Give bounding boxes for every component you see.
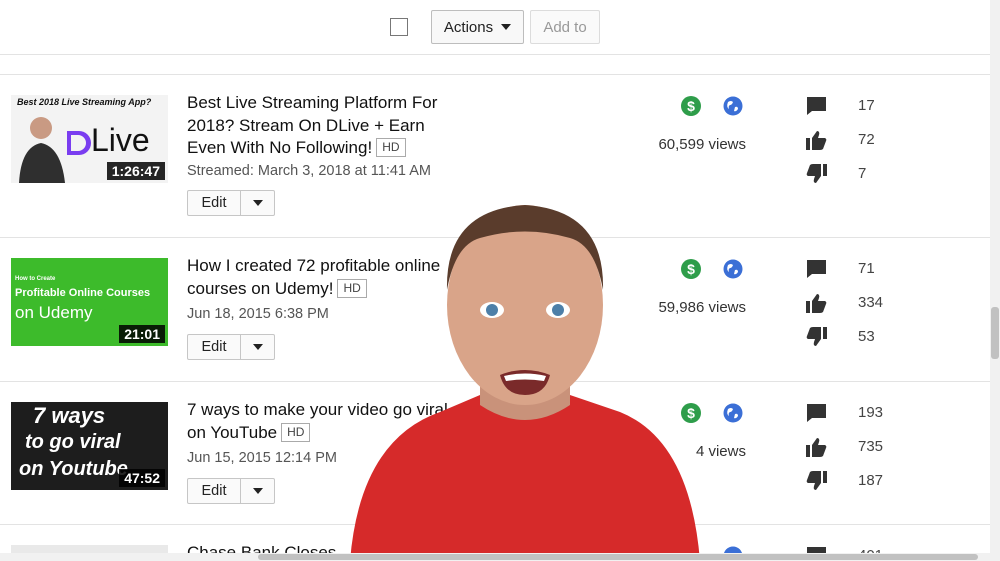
video-duration: 1:26:47	[106, 162, 165, 180]
globe-icon[interactable]	[723, 96, 743, 116]
video-duration: 21:01	[119, 325, 165, 343]
thumbnail-caption: Best 2018 Live Streaming App?	[17, 97, 152, 107]
globe-icon[interactable]	[723, 403, 743, 423]
video-title[interactable]: Best Live Streaming Platform For 2018? S…	[187, 92, 467, 160]
thumbs-up-icon	[806, 131, 827, 150]
video-date: Jun 15, 2015 12:14 PM	[187, 450, 337, 466]
caret-down-icon	[252, 344, 263, 350]
video-thumbnail[interactable]: 7 ways to go viral on Youtube 47:52	[11, 402, 168, 490]
edit-button-group: Edit	[187, 190, 275, 216]
thumbs-up-icon	[806, 438, 827, 457]
hd-badge: HD	[376, 138, 406, 157]
video-date: Streamed: March 3, 2018 at 11:41 AM	[187, 163, 431, 179]
vertical-scrollbar-thumb[interactable]	[991, 307, 999, 359]
thumbnail-caption: Profitable Online Courses	[15, 287, 151, 299]
monetization-icon[interactable]: $	[681, 96, 701, 116]
add-to-button[interactable]: Add to	[530, 10, 600, 44]
dislike-count: 7	[858, 165, 867, 182]
comment-count: 17	[858, 97, 875, 114]
thumbnail-subcaption: on Udemy	[15, 303, 93, 322]
horizontal-scrollbar-thumb[interactable]	[258, 554, 978, 560]
comment-count: 193	[858, 404, 884, 421]
actions-button[interactable]: Actions	[431, 10, 524, 44]
hd-badge: HD	[281, 422, 311, 442]
thumbnail-line: 7 ways	[33, 403, 106, 428]
thumbnail-line: on Youtube	[19, 458, 128, 480]
comment-count: 71	[858, 260, 875, 277]
like-count: 735	[858, 438, 884, 455]
edit-dropdown-button[interactable]	[241, 335, 274, 359]
vertical-scrollbar[interactable]	[990, 0, 1000, 561]
thumbs-down-icon	[806, 471, 827, 490]
video-duration: 47:52	[119, 469, 165, 487]
comment-icon	[807, 260, 826, 278]
comment-icon	[807, 404, 826, 422]
edit-button[interactable]: Edit	[188, 335, 241, 359]
dislike-count: 53	[858, 328, 875, 345]
thumbnail-caption-small: How to Create	[15, 276, 56, 282]
view-count: 60,599 views	[658, 136, 746, 153]
like-count: 334	[858, 294, 884, 311]
comment-icon	[807, 97, 826, 115]
actions-label: Actions	[443, 18, 494, 36]
thumbs-down-icon	[806, 327, 827, 346]
like-count: 72	[858, 131, 875, 148]
thumbs-down-icon	[806, 164, 827, 183]
thumbs-up-icon	[806, 294, 827, 313]
toolbar: Actions Add to	[0, 0, 990, 55]
edit-dropdown-button[interactable]	[241, 191, 274, 215]
presenter-video-overlay	[350, 205, 700, 561]
caret-down-icon	[501, 24, 512, 30]
caret-down-icon	[252, 200, 263, 206]
globe-icon[interactable]	[723, 259, 743, 279]
edit-button-group: Edit	[187, 334, 275, 360]
add-to-label: Add to	[543, 18, 587, 36]
dislike-count: 187	[858, 472, 884, 489]
select-all-checkbox[interactable]	[390, 18, 408, 36]
video-thumbnail[interactable]: Best 2018 Live Streaming App? Live 1:26:…	[11, 95, 168, 183]
video-thumbnail[interactable]: How to Create Profitable Online Courses …	[11, 258, 168, 346]
edit-button[interactable]: Edit	[188, 191, 241, 215]
thumbnail-logo-text: Live	[91, 122, 150, 158]
edit-dropdown-button[interactable]	[241, 479, 274, 503]
edit-button[interactable]: Edit	[188, 479, 241, 503]
thumbnail-line: to go viral	[25, 431, 121, 453]
caret-down-icon	[252, 488, 263, 494]
edit-button-group: Edit	[187, 478, 275, 504]
video-date: Jun 18, 2015 6:38 PM	[187, 306, 329, 322]
